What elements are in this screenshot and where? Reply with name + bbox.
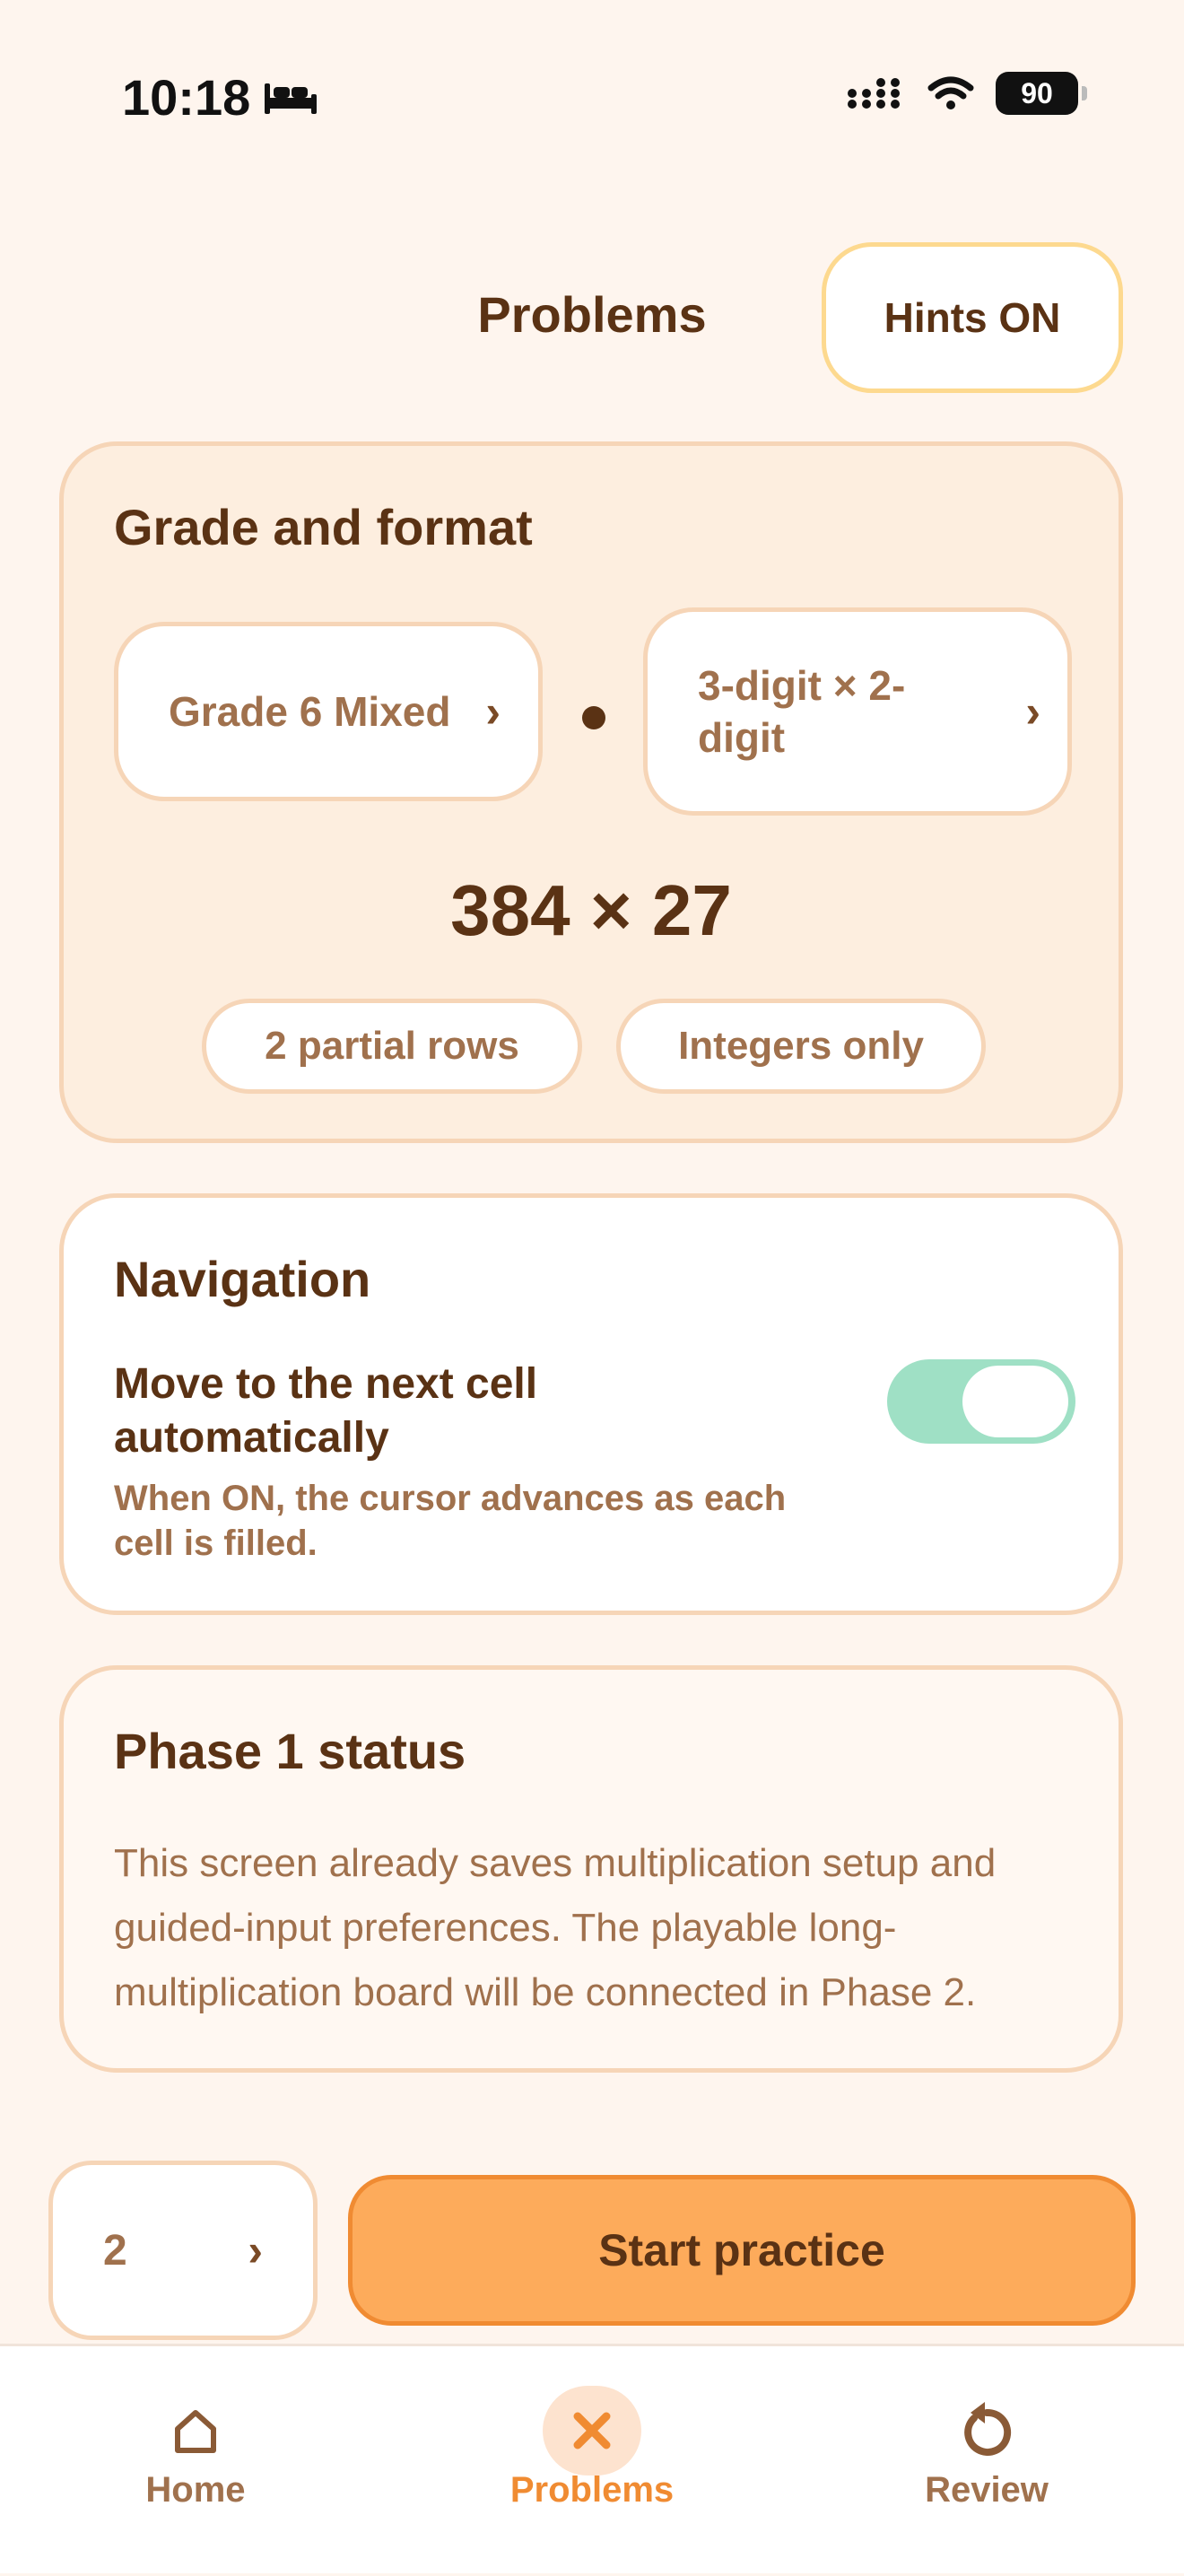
tab-review[interactable]: Review [852, 2346, 1121, 2576]
count-value: 2 [103, 2226, 127, 2275]
integers-only-pill: Integers only [616, 999, 986, 1094]
partial-rows-pill: 2 partial rows [202, 999, 582, 1094]
auto-advance-toggle[interactable] [887, 1359, 1075, 1444]
auto-advance-description: When ON, the cursor advances as each cel… [114, 1479, 787, 1563]
phase-status-title: Phase 1 status [114, 1723, 466, 1779]
chevron-right-icon: › [1025, 686, 1040, 737]
format-selector[interactable]: 3-digit × 2-digit › [643, 607, 1072, 816]
phase-status-text: This screen already saves multiplication… [114, 1841, 997, 2014]
tab-bar: Home Problems Review [0, 2344, 1184, 2573]
problem-expression: 384 × 27 [450, 870, 732, 950]
bed-icon [265, 83, 318, 114]
tab-home-label: Home [145, 2470, 246, 2510]
separator-dot [582, 706, 605, 729]
battery-indicator: 90 [996, 72, 1087, 115]
status-bar-time: 10:18 [122, 68, 318, 127]
navigation-card: Navigation Move to the next cell automat… [59, 1193, 1123, 1615]
close-x-icon [543, 2386, 641, 2476]
grade-format-title: Grade and format [114, 499, 533, 555]
hints-toggle-button[interactable]: Hints ON [822, 242, 1123, 393]
chevron-right-icon: › [485, 686, 501, 737]
tab-problems-label: Problems [509, 2470, 675, 2510]
pill-label: Integers only [678, 1024, 924, 1068]
rotate-refresh-icon [937, 2386, 1036, 2476]
grade-format-card: Grade and format Grade 6 Mixed › 3-digit… [59, 441, 1123, 1143]
status-bar-indicators: 90 [847, 72, 1087, 115]
tab-home[interactable]: Home [61, 2346, 330, 2576]
navigation-title: Navigation [114, 1251, 371, 1307]
battery-level: 90 [1021, 76, 1053, 109]
start-practice-label: Start practice [598, 2225, 885, 2275]
tab-problems[interactable]: Problems [457, 2346, 727, 2576]
grade-selector[interactable]: Grade 6 Mixed › [114, 622, 543, 801]
pill-label: 2 partial rows [265, 1024, 519, 1068]
tab-review-label: Review [925, 2470, 1049, 2510]
format-selector-label: 3-digit × 2-digit [698, 662, 906, 761]
chevron-right-icon: › [248, 2225, 263, 2275]
auto-advance-label: Move to the next cell automatically [114, 1360, 538, 1462]
phase-status-card: Phase 1 status This screen already saves… [59, 1665, 1123, 2073]
start-practice-button[interactable]: Start practice [348, 2175, 1136, 2326]
toggle-knob [962, 1366, 1068, 1437]
problem-count-selector[interactable]: 2 › [48, 2161, 318, 2340]
wifi-icon [927, 76, 974, 109]
home-icon [146, 2386, 245, 2476]
grade-selector-label: Grade 6 Mixed [169, 688, 451, 735]
time-text: 10:18 [122, 69, 251, 126]
signal-icon [848, 78, 900, 109]
hints-button-label: Hints ON [884, 294, 1061, 341]
